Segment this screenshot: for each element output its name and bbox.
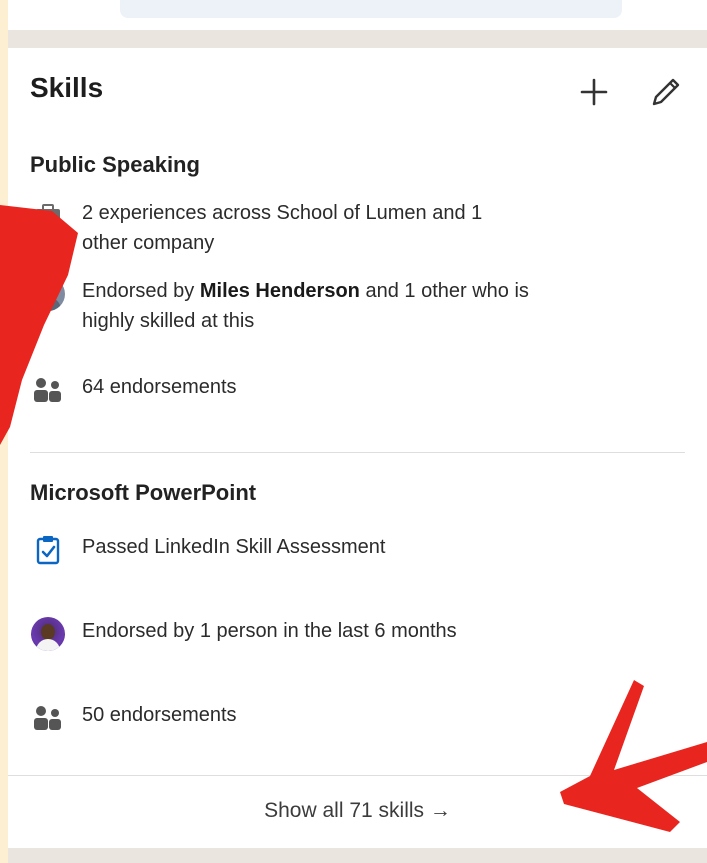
people-icon <box>30 700 66 736</box>
section-gap <box>8 30 707 48</box>
people-icon <box>30 372 66 408</box>
endorser-avatar[interactable] <box>30 276 66 312</box>
section-gap-bottom <box>8 848 707 863</box>
pencil-icon <box>652 78 680 106</box>
endorsement-count-row[interactable]: 64 endorsements <box>30 372 670 408</box>
edit-skills-button[interactable] <box>646 72 686 112</box>
plus-icon <box>580 78 608 106</box>
clipboard-check-icon <box>30 532 66 568</box>
skills-card: Skills Public Speaking 2 experiences acr… <box>8 48 707 856</box>
add-skill-button[interactable] <box>574 72 614 112</box>
skill-name[interactable]: Microsoft PowerPoint <box>30 480 256 506</box>
experience-icon <box>30 198 66 234</box>
skill-divider <box>30 452 685 453</box>
endorser-text-line1: Endorsed by Miles Henderson and 1 other … <box>82 280 529 302</box>
experience-text-line1: 2 experiences across School of Lumen and… <box>82 202 483 224</box>
previous-section-strip: ״ <box>8 0 707 30</box>
endorsement-count-text: 64 endorsements <box>82 376 237 398</box>
endorsement-count-text: 50 endorsements <box>82 704 237 726</box>
skill-name[interactable]: Public Speaking <box>30 152 200 178</box>
previous-section-button[interactable] <box>120 0 622 18</box>
skill-experience-row: 2 experiences across School of Lumen and… <box>30 198 670 258</box>
endorsement-count-row[interactable]: 50 endorsements <box>30 700 670 736</box>
assessment-text: Passed LinkedIn Skill Assessment <box>82 536 386 558</box>
endorser-avatar[interactable] <box>30 616 66 652</box>
experience-text-line2: other company <box>82 232 215 254</box>
recent-endorsement-text: Endorsed by 1 person in the last 6 month… <box>82 620 457 642</box>
previous-section-icon: ״ <box>658 0 669 12</box>
skill-assessment-row: Passed LinkedIn Skill Assessment <box>30 532 670 568</box>
endorser-name[interactable]: Miles Henderson <box>200 280 360 302</box>
recent-endorsement-row: Endorsed by 1 person in the last 6 month… <box>30 616 670 652</box>
skills-heading: Skills <box>30 72 104 103</box>
endorser-text-line2: highly skilled at this <box>82 310 255 332</box>
show-all-skills-link[interactable]: Show all 71 skills → <box>8 776 707 846</box>
skill-endorser-row: Endorsed by Miles Henderson and 1 other … <box>30 276 670 336</box>
